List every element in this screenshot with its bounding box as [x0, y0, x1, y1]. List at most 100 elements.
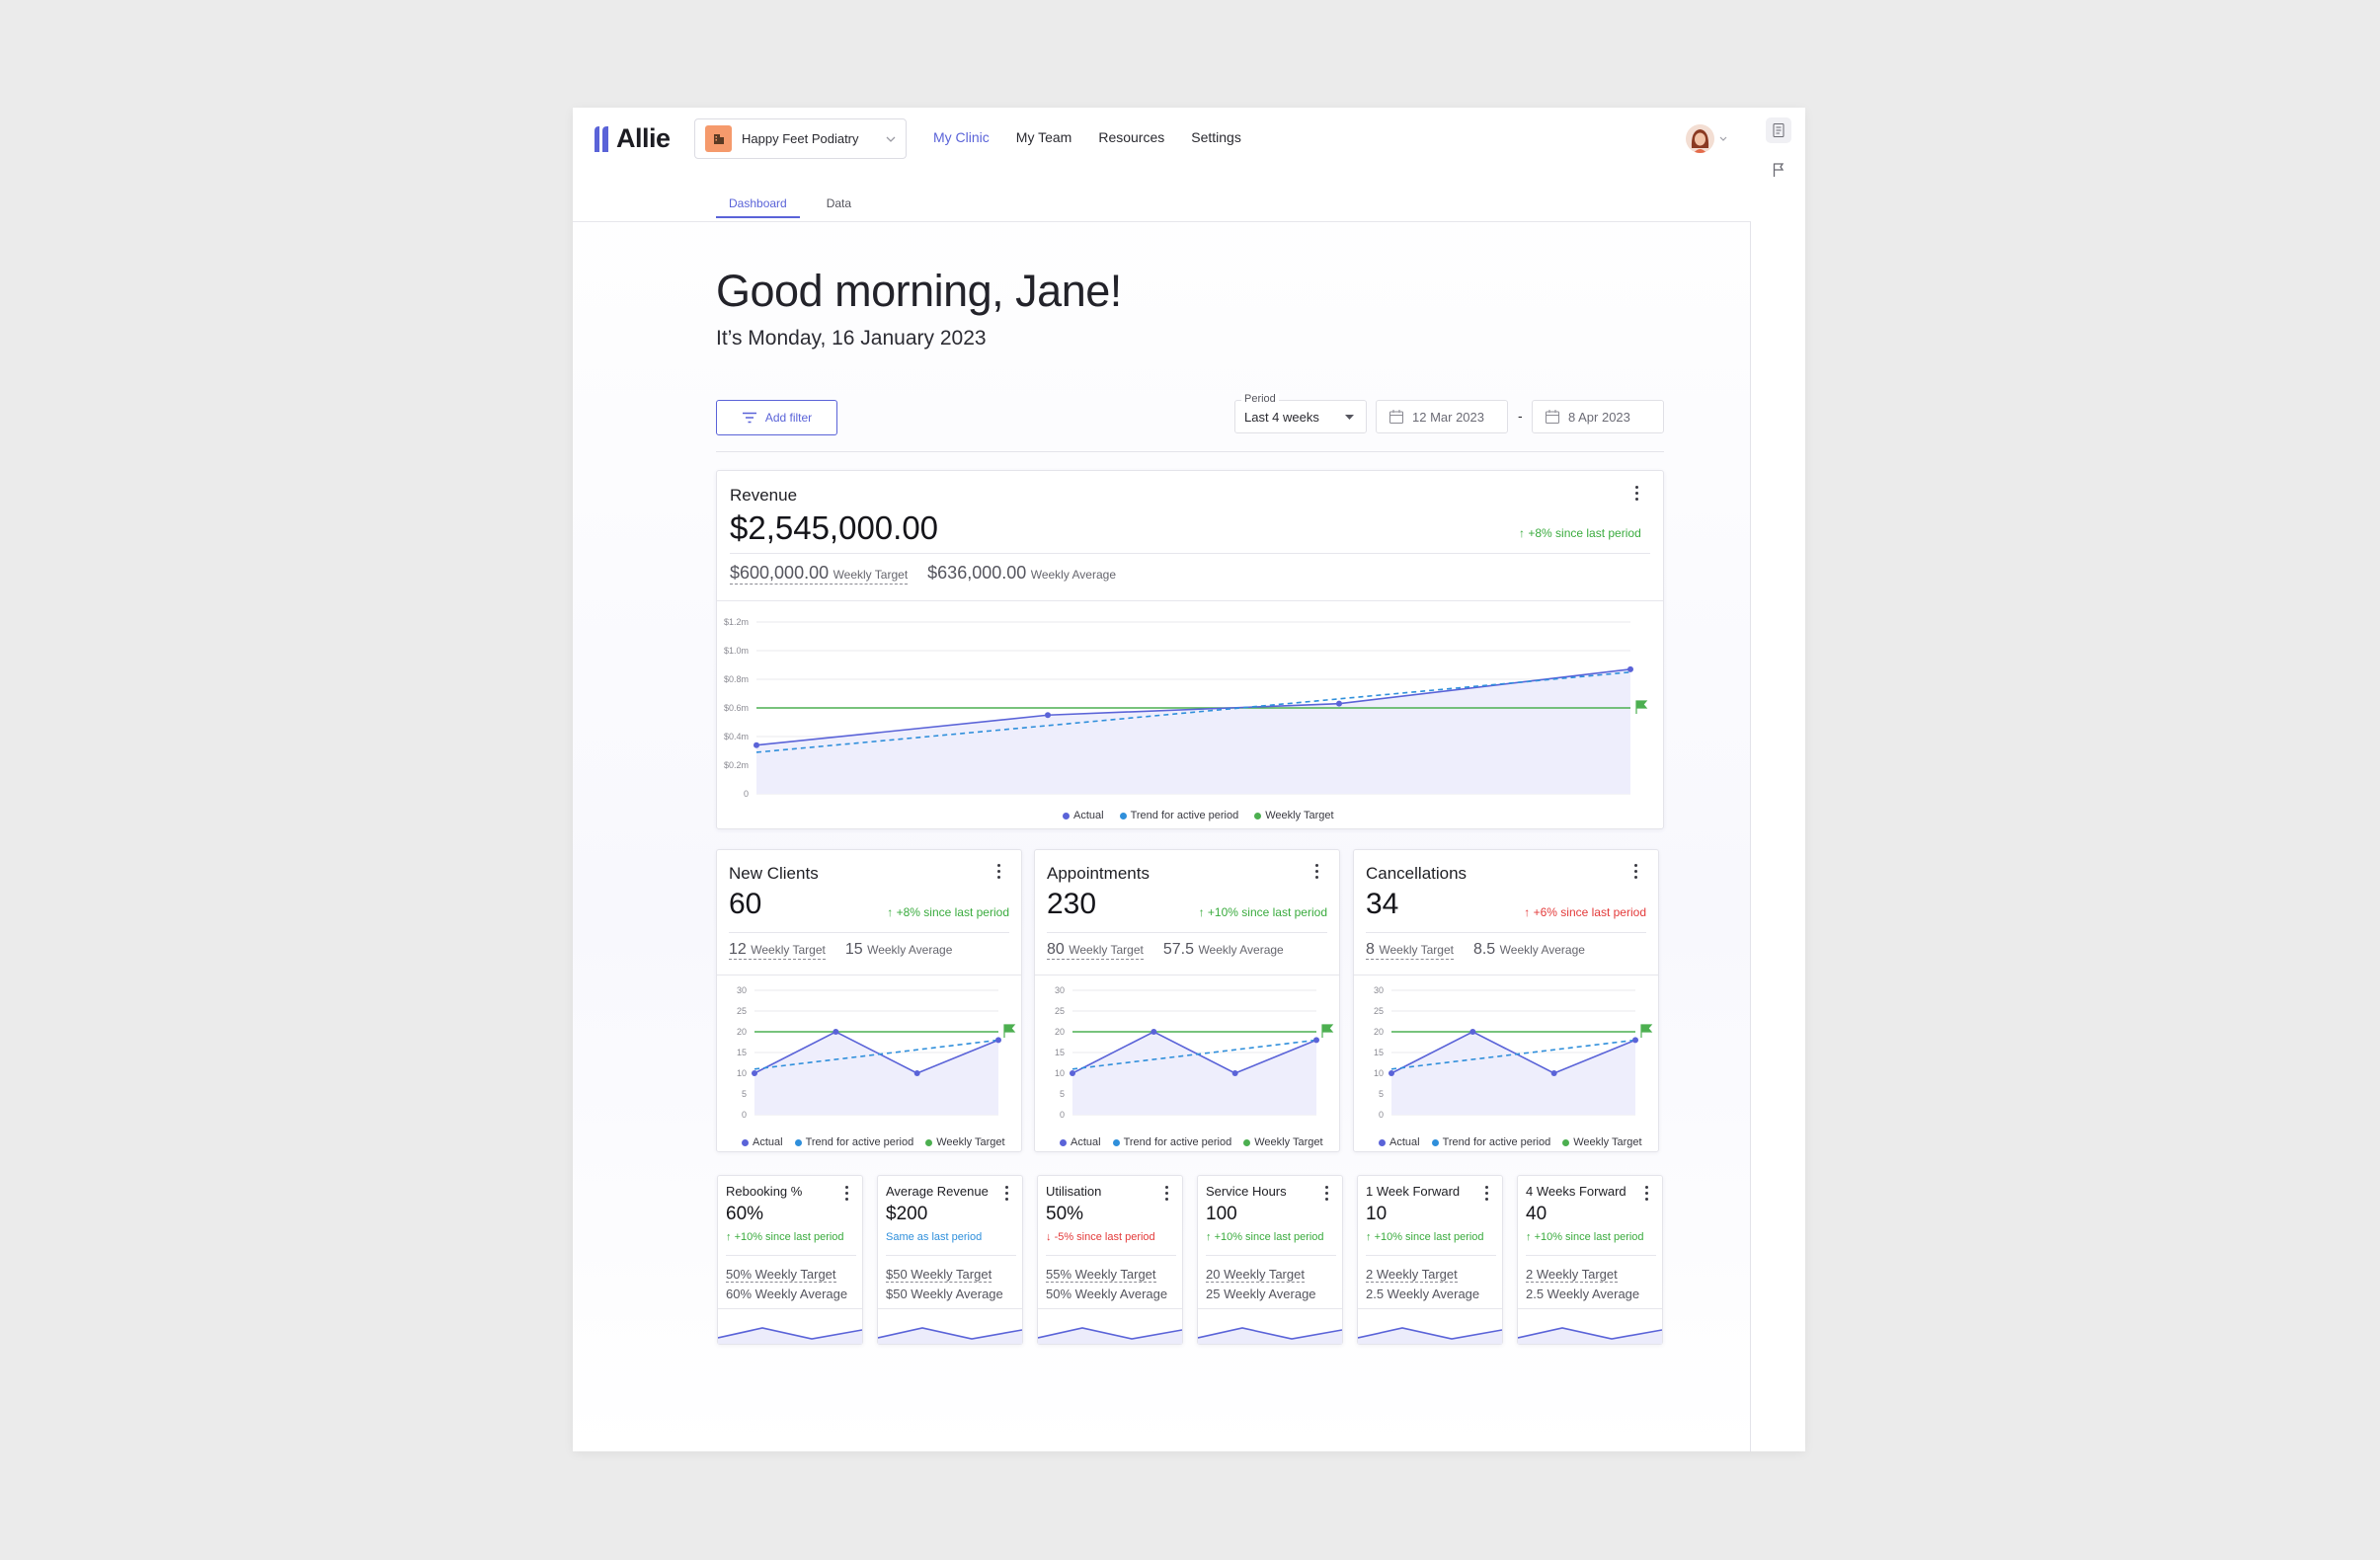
y-tick-label: 15 [1055, 1048, 1065, 1057]
metric-weekly-average: 60% Weekly Average [726, 1287, 848, 1301]
card-value: 34 [1366, 888, 1399, 920]
card-weekly-target: 8 Weekly Target [1366, 941, 1454, 960]
more-options-icon[interactable] [1634, 864, 1638, 879]
y-tick-label: 20 [1374, 1027, 1384, 1037]
nav-settings[interactable]: Settings [1191, 129, 1241, 145]
clinic-selector[interactable]: Happy Feet Podiatry [694, 118, 907, 159]
metric-sparkline [1518, 1327, 1662, 1344]
caret-down-icon [1345, 415, 1354, 420]
metric-sparkline [1358, 1327, 1502, 1344]
metric-sparkline [878, 1327, 1022, 1344]
nav-my-team[interactable]: My Team [1016, 129, 1072, 145]
calendar-icon [1389, 410, 1403, 424]
tab-dashboard[interactable]: Dashboard [716, 196, 800, 218]
user-menu[interactable] [1686, 124, 1727, 153]
card-divider [1526, 1255, 1656, 1256]
period-value: Last 4 weeks [1244, 410, 1319, 425]
filter-icon [742, 412, 756, 424]
more-options-icon[interactable] [1485, 1186, 1489, 1201]
y-tick-label: 5 [1379, 1089, 1384, 1099]
metric-delta: ↓ -5% since last period [1046, 1231, 1155, 1243]
legend-trend: Trend for active period [1119, 810, 1238, 821]
y-tick-label: 30 [737, 985, 747, 995]
date-from-value: 12 Mar 2023 [1412, 409, 1484, 425]
card-stats: 12 Weekly Target 15 Weekly Average [729, 941, 952, 960]
y-tick-label: 30 [1374, 985, 1384, 995]
card-weekly-average: 15 Weekly Average [844, 941, 953, 958]
card-divider [1046, 1255, 1176, 1256]
nav-my-clinic[interactable]: My Clinic [933, 129, 990, 145]
metric-weekly-average: $50 Weekly Average [886, 1287, 1003, 1301]
date-to-value: 8 Apr 2023 [1568, 409, 1630, 425]
card-divider [730, 553, 1650, 554]
chevron-down-icon [886, 136, 896, 142]
y-tick-label: $1.2m [724, 617, 749, 627]
metric-title: Service Hours [1206, 1184, 1287, 1199]
card-title: Cancellations [1366, 864, 1468, 883]
appointments-card: Appointments 230 ↑ +10% since last period 8… [1034, 849, 1340, 1152]
more-options-icon[interactable] [1645, 1186, 1649, 1201]
metric-card: Utilisation 50% ↓ -5% since last period 55%… [1037, 1175, 1183, 1345]
revenue-stats: $600,000.00 Weekly Target $636,000.00 We… [730, 563, 1116, 585]
y-tick-label: $1.0m [724, 646, 749, 656]
metric-value: 100 [1206, 1204, 1237, 1224]
y-tick-label: 0 [742, 1110, 747, 1120]
metric-weekly-target: 50% Weekly Target [726, 1267, 836, 1283]
card-chart: 30 25 20 15 10 5 0 [1055, 985, 1334, 1120]
actual-point [1231, 1070, 1238, 1076]
main-nav: My Clinic My Team Resources Settings [933, 129, 1241, 145]
revenue-delta: ↑ +8% since last period [1519, 526, 1641, 540]
flag-icon [1003, 1024, 1016, 1038]
right-rail [1751, 108, 1805, 1451]
more-options-icon[interactable] [1165, 1186, 1169, 1201]
y-tick-label: $0.8m [724, 674, 749, 684]
legend-trend: Trend for active period [794, 1136, 913, 1148]
metric-value: $200 [886, 1204, 928, 1224]
revenue-value: $2,545,000.00 [730, 509, 939, 546]
metric-card: Rebooking % 60% ↑ +10% since last period 50… [717, 1175, 863, 1345]
more-options-icon[interactable] [845, 1186, 849, 1201]
page-date: It’s Monday, 16 January 2023 [716, 327, 987, 350]
arrow-up-icon: ↑ [1524, 905, 1534, 919]
metric-delta: ↑ +10% since last period [1206, 1231, 1324, 1243]
legend-target: Weekly Target [1254, 810, 1334, 821]
date-from-input[interactable]: 12 Mar 2023 [1376, 400, 1508, 433]
actual-point [752, 1070, 757, 1076]
revenue-chart: $1.2m $1.0m $0.8m $0.6m $0.4m $0.2m 0 [724, 617, 1648, 799]
date-separator: - [1518, 408, 1523, 424]
page-title: Good morning, Jane! [716, 266, 1122, 316]
more-options-icon[interactable] [997, 864, 1001, 879]
clinic-name: Happy Feet Podiatry [742, 131, 859, 146]
metric-title: 4 Weeks Forward [1526, 1184, 1626, 1199]
more-options-icon[interactable] [1005, 1186, 1009, 1201]
y-tick-label: 5 [1060, 1089, 1065, 1099]
add-filter-button[interactable]: Add filter [716, 400, 837, 435]
more-options-icon[interactable] [1315, 864, 1319, 879]
nav-resources[interactable]: Resources [1098, 129, 1164, 145]
notes-button[interactable] [1766, 117, 1791, 143]
metric-delta: ↑ +10% since last period [1366, 1231, 1484, 1243]
card-value: 60 [729, 888, 762, 920]
period-label: Period [1241, 393, 1279, 405]
app-logo[interactable]: Allie [593, 123, 671, 154]
legend-trend: Trend for active period [1112, 1136, 1231, 1148]
allie-logo-icon [595, 125, 608, 152]
legend-actual: Actual [1063, 810, 1104, 821]
more-options-icon[interactable] [1325, 1186, 1329, 1201]
card-delta: ↑ +10% since last period [1198, 905, 1327, 919]
flag-button[interactable] [1766, 157, 1791, 183]
date-to-input[interactable]: 8 Apr 2023 [1532, 400, 1664, 433]
card-delta: ↑ +8% since last period [887, 905, 1009, 919]
y-tick-label: 10 [1055, 1068, 1065, 1078]
y-tick-label: 25 [1374, 1006, 1384, 1016]
card-value: 230 [1047, 888, 1097, 920]
more-options-icon[interactable] [1635, 486, 1639, 501]
actual-point [1336, 700, 1342, 707]
metric-delta: ↑ +10% since last period [726, 1231, 844, 1243]
card-stats: 8 Weekly Target 8.5 Weekly Average [1366, 941, 1585, 960]
period-select[interactable]: Period Last 4 weeks [1234, 393, 1367, 433]
tab-data[interactable]: Data [814, 196, 864, 218]
actual-point [1045, 712, 1051, 719]
metric-weekly-target: 2 Weekly Target [1366, 1267, 1458, 1283]
metric-value: 50% [1046, 1204, 1084, 1224]
